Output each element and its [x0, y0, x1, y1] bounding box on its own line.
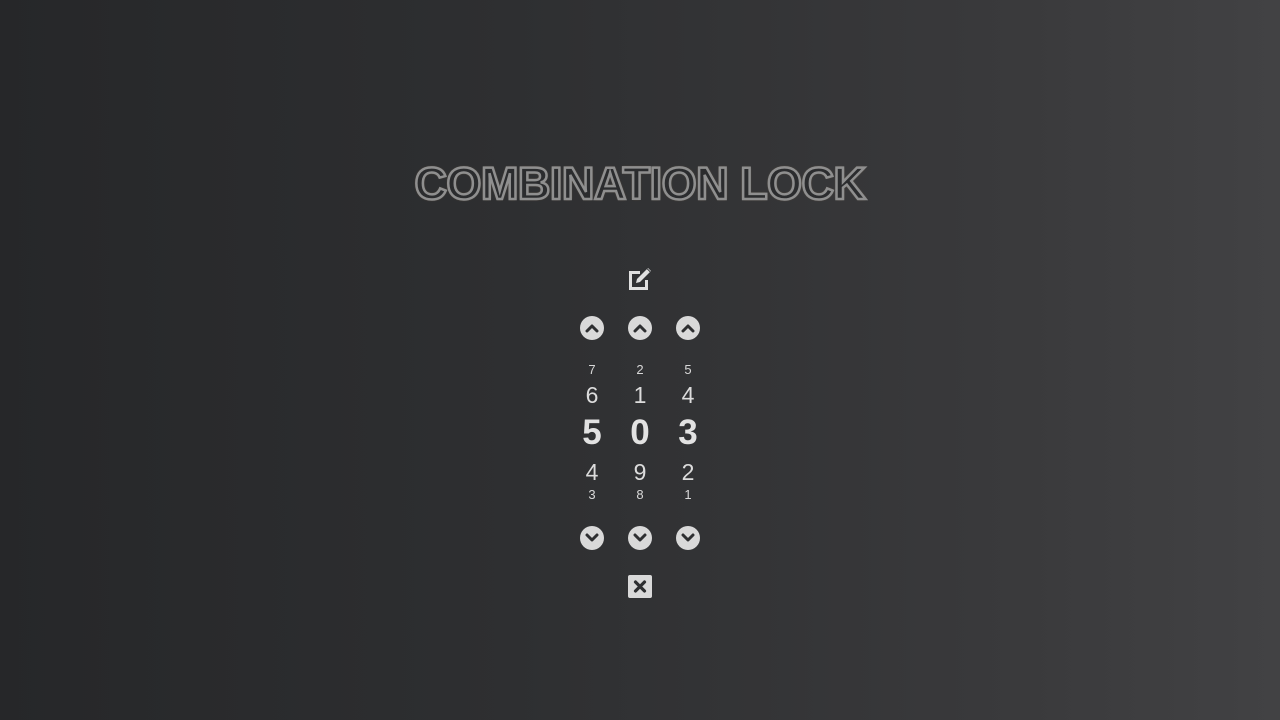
chevron-down-icon [585, 533, 599, 542]
dial-3-below2: 1 [684, 487, 692, 502]
dial-1-below1: 4 [585, 459, 599, 485]
dial-1-above2: 7 [588, 362, 596, 377]
chevron-up-icon [681, 324, 695, 333]
dial-1-up-button[interactable] [580, 316, 604, 340]
chevron-up-icon [633, 324, 647, 333]
dial-3-below1: 2 [681, 459, 695, 485]
dial-2[interactable]: 2 1 0 9 8 [616, 363, 664, 503]
dial-1-above1: 6 [585, 382, 599, 408]
dial-1[interactable]: 7 6 5 4 3 [568, 363, 616, 503]
dial-1-down-button[interactable] [580, 526, 604, 550]
dial-3-above2: 5 [684, 362, 692, 377]
dial-2-current: 0 [630, 413, 650, 452]
dial-1-below2: 3 [588, 487, 596, 502]
dial-2-below1: 9 [633, 459, 647, 485]
dial-2-below2: 8 [636, 487, 644, 502]
dial-3-up-button[interactable] [676, 316, 700, 340]
dial-2-above2: 2 [636, 362, 644, 377]
page-title: COMBINATION LOCK [413, 157, 867, 211]
dial-3-current: 3 [678, 413, 698, 452]
chevron-down-icon [681, 533, 695, 542]
dial-3-down-button[interactable] [676, 526, 700, 550]
edit-button[interactable] [626, 266, 654, 292]
dial-2-up-button[interactable] [628, 316, 652, 340]
chevron-up-icon [585, 324, 599, 333]
close-button[interactable] [628, 575, 652, 598]
dial-1-current: 5 [582, 413, 602, 452]
dial-3[interactable]: 5 4 3 2 1 [664, 363, 712, 503]
chevron-down-icon [633, 533, 647, 542]
close-icon [628, 575, 652, 598]
dial-2-down-button[interactable] [628, 526, 652, 550]
edit-icon [629, 268, 651, 290]
dial-3-above1: 4 [681, 382, 695, 408]
dial-2-above1: 1 [633, 382, 647, 408]
